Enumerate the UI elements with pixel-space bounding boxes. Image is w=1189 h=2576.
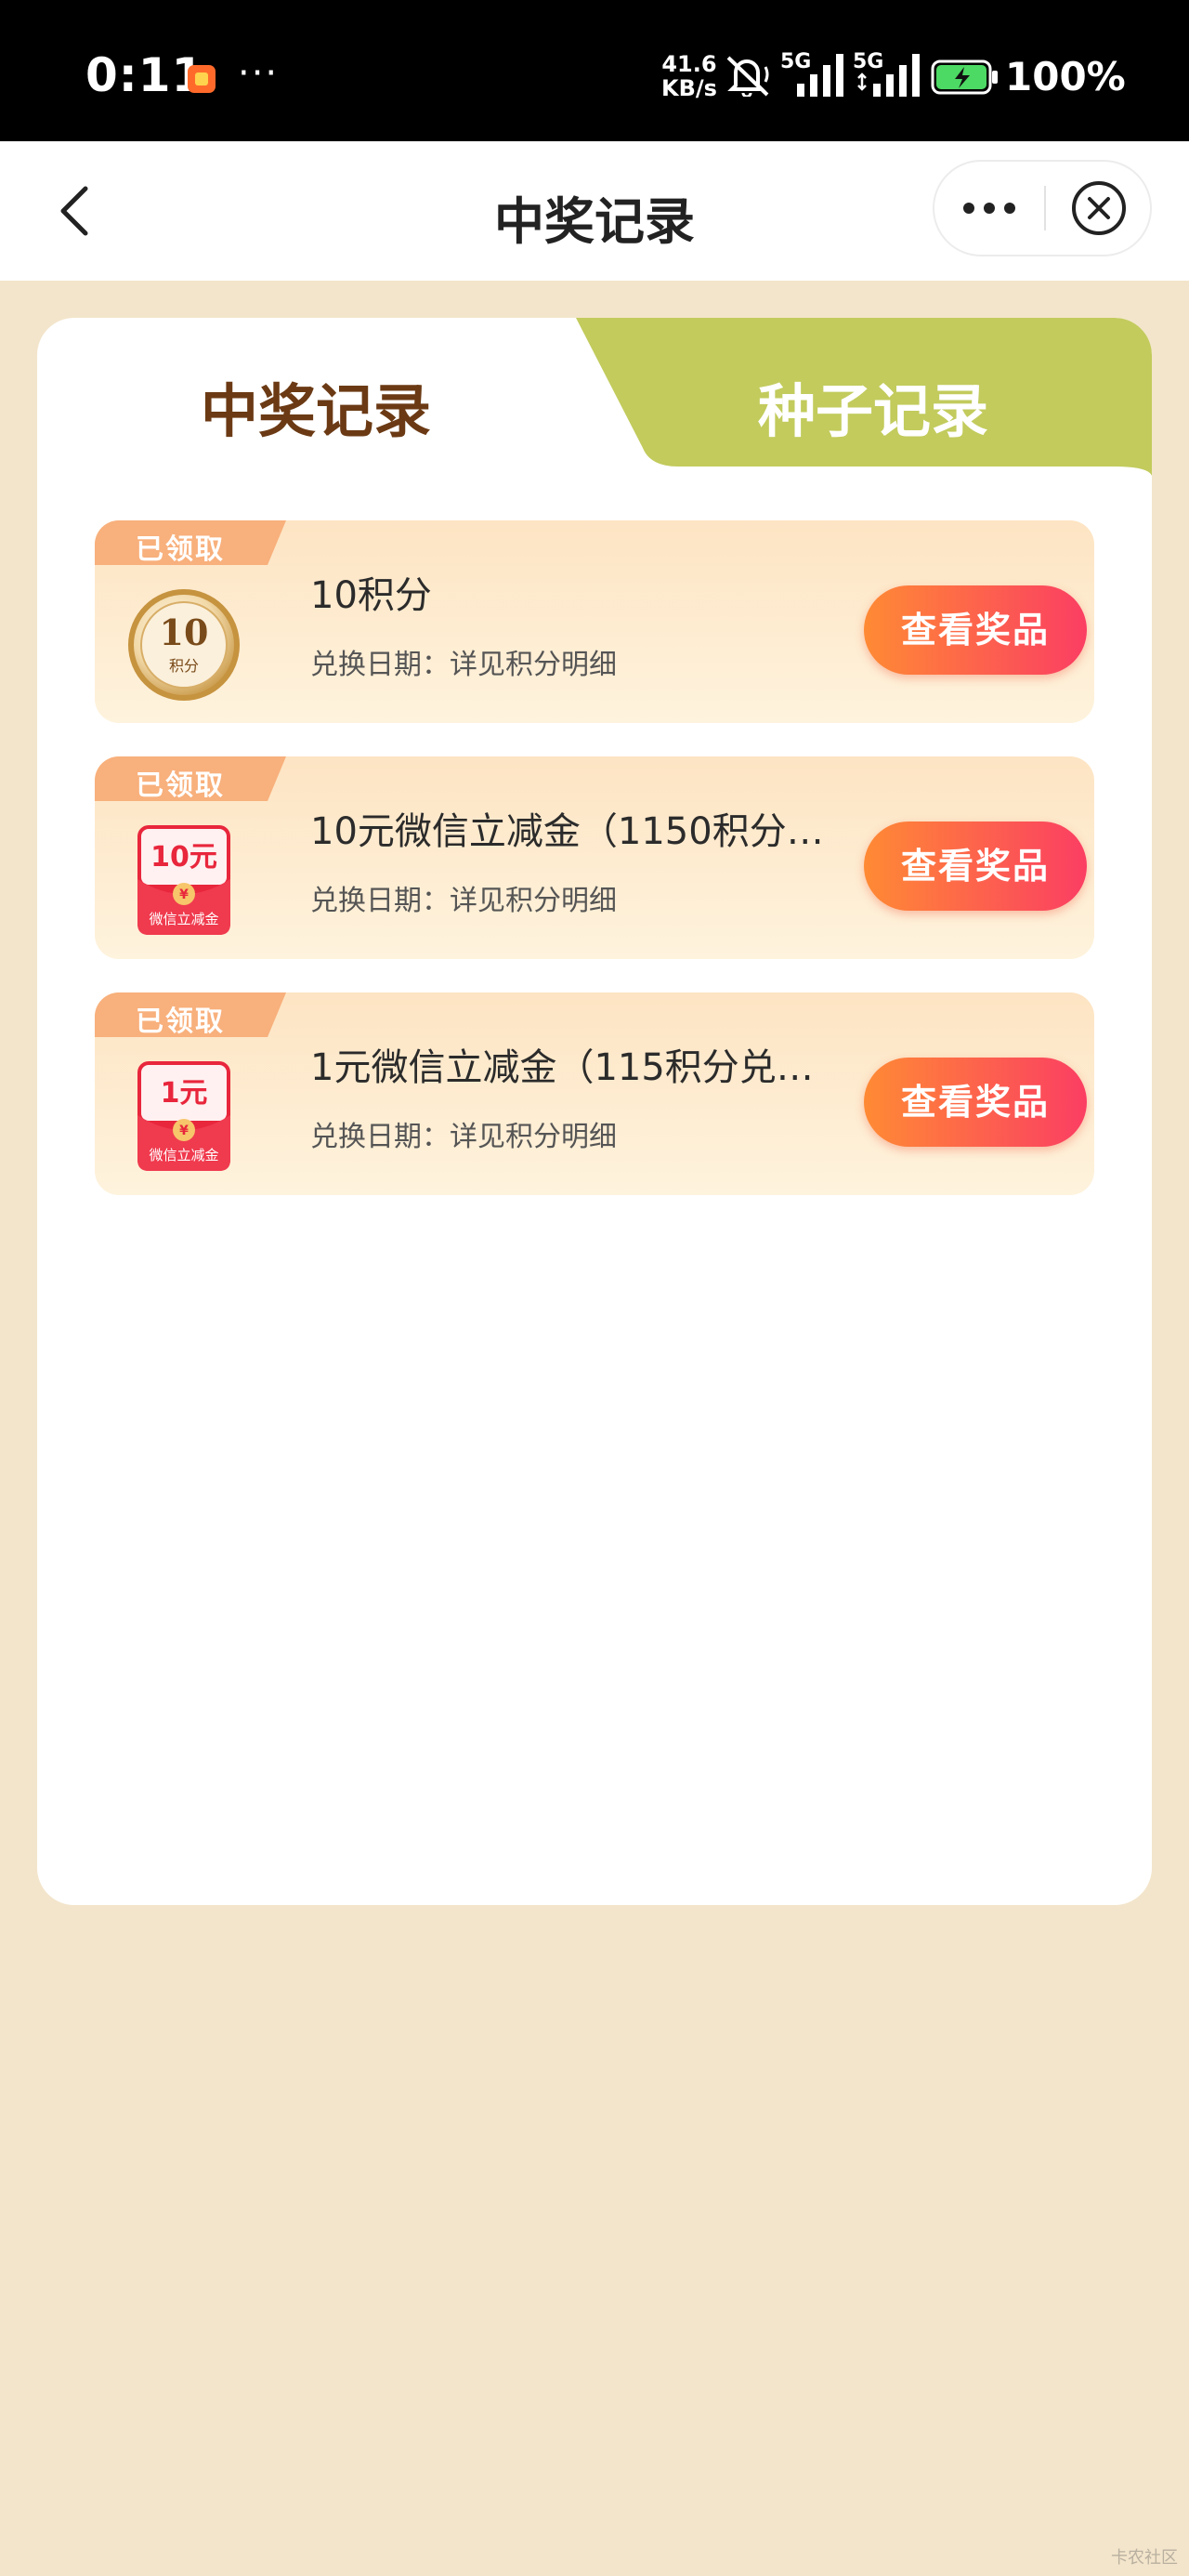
network-speed: 41.6 KB/s xyxy=(661,52,717,100)
view-prize-button[interactable]: 查看奖品 xyxy=(864,821,1087,911)
battery-charging-icon xyxy=(931,59,1000,99)
mini-program-capsule xyxy=(933,160,1152,256)
svg-text:¥: ¥ xyxy=(179,1124,189,1138)
tab-seed-records[interactable]: 种子记录 xyxy=(594,364,1152,448)
points-coin-icon: 10 积分 xyxy=(128,589,240,701)
envelope-label: 微信立减金 xyxy=(149,1147,218,1163)
status-badge: 已领取 xyxy=(95,756,286,802)
network-type-label: 5G xyxy=(853,50,884,73)
status-badge: 已领取 xyxy=(95,992,286,1038)
status-badge-label: 已领取 xyxy=(136,1005,225,1038)
wechat-red-envelope-icon: ¥ 10元 微信立减金 xyxy=(137,825,230,935)
exchange-date: 兑换日期：详见积分明细 xyxy=(310,1121,617,1153)
watermark: 卡农社区 xyxy=(1111,2548,1178,2568)
close-button[interactable] xyxy=(1046,162,1152,255)
tab-winning-records[interactable]: 中奖记录 xyxy=(37,364,594,448)
list-item: 已领取 ¥ 10元 微信立减金 10元微信立减金（1150积分兑换） 兑换日期：… xyxy=(95,756,1094,959)
status-badge: 已领取 xyxy=(95,520,286,566)
list-item: 已领取 10 积分 10积分 兑换日期：详见积分明细 查看奖品 xyxy=(95,520,1094,723)
signal-strength-icon: 5G xyxy=(853,50,925,104)
prize-title: 1元微信立减金（115积分兑换） xyxy=(310,1046,849,1089)
more-button[interactable] xyxy=(934,162,1044,255)
nav-bar: 中奖记录 xyxy=(0,141,1189,281)
envelope-amount: 1元 xyxy=(161,1077,208,1110)
envelope-amount: 10元 xyxy=(150,841,217,874)
record-list: 已领取 10 积分 10积分 兑换日期：详见积分明细 查看奖品 已领取 ¥ 10… xyxy=(95,520,1094,1229)
exchange-date: 兑换日期：详见积分明细 xyxy=(310,885,617,917)
network-speed-value: 41.6 xyxy=(661,51,717,77)
notification-app-icon xyxy=(188,65,216,93)
wechat-red-envelope-icon: ¥ 1元 微信立减金 xyxy=(137,1061,230,1171)
battery-percentage: 100% xyxy=(1005,54,1126,99)
records-card: 中奖记录 种子记录 已领取 10 积分 10积分 兑换日期：详见积分明细 查看奖… xyxy=(37,318,1152,1905)
more-dots-icon xyxy=(963,203,1015,214)
status-badge-label: 已领取 xyxy=(136,769,225,802)
more-notifications-icon: ··· xyxy=(238,52,280,95)
view-prize-button[interactable]: 查看奖品 xyxy=(864,1058,1087,1147)
status-badge-label: 已领取 xyxy=(136,533,225,566)
network-speed-unit: KB/s xyxy=(661,75,717,101)
network-type-label: 5G xyxy=(780,50,812,73)
mute-bell-icon xyxy=(723,54,775,100)
envelope-label: 微信立减金 xyxy=(149,911,218,927)
coin-unit: 积分 xyxy=(169,657,199,675)
prize-title: 10元微信立减金（1150积分兑换） xyxy=(310,810,849,853)
signal-strength-icon: 5G xyxy=(780,50,847,104)
view-prize-button[interactable]: 查看奖品 xyxy=(864,585,1087,675)
list-item: 已领取 ¥ 1元 微信立减金 1元微信立减金（115积分兑换） 兑换日期：详见积… xyxy=(95,992,1094,1195)
close-circle-icon xyxy=(1072,181,1126,235)
svg-text:¥: ¥ xyxy=(179,887,189,902)
status-bar: 0:11 ··· 41.6 KB/s 5G 5G 100% xyxy=(0,0,1189,141)
coin-value: 10 xyxy=(160,611,209,653)
prize-title: 10积分 xyxy=(310,574,432,617)
exchange-date: 兑换日期：详见积分明细 xyxy=(310,649,617,681)
